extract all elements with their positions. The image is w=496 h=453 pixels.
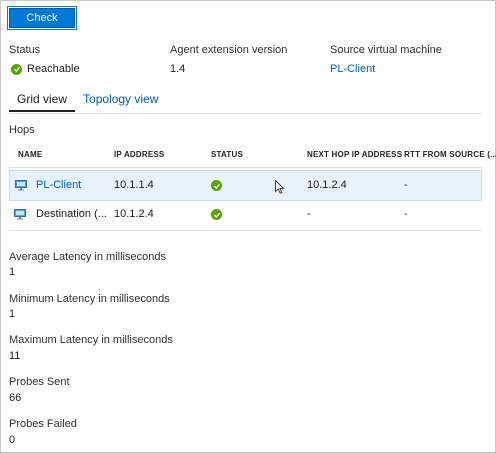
status-value: Reachable	[11, 63, 80, 75]
column-header-status[interactable]: STATUS	[211, 150, 243, 159]
hop-ip: 10.1.2.4	[114, 208, 154, 220]
avg-latency-value: 1	[9, 266, 16, 278]
table-row[interactable]: PL-Client 10.1.1.4 10.1.2.4 -	[9, 170, 482, 201]
hop-rtt: -	[404, 208, 408, 220]
source-vm-label: Source virtual machine	[330, 44, 442, 56]
agent-version-value: 1.4	[170, 63, 186, 75]
virtual-machine-icon	[15, 180, 27, 191]
column-header-ip[interactable]: IP ADDRESS	[114, 150, 164, 159]
status-value-text: Reachable	[27, 63, 80, 75]
table-row[interactable]: Destination (... 10.1.2.4 - -	[9, 200, 482, 231]
check-circle-icon	[11, 63, 22, 75]
probes-sent-value: 66	[9, 392, 22, 404]
mouse-pointer-icon	[275, 180, 285, 194]
probes-failed-label: Probes Failed	[9, 418, 77, 430]
max-latency-value: 11	[9, 350, 21, 362]
hop-next-hop: -	[307, 208, 311, 220]
virtual-machine-icon	[14, 209, 26, 220]
check-circle-icon	[211, 209, 222, 220]
max-latency-label: Maximum Latency in milliseconds	[9, 334, 173, 346]
status-label: Status	[9, 44, 41, 56]
tab-grid-view[interactable]: Grid view	[9, 92, 76, 112]
agent-version-label: Agent extension version	[170, 44, 288, 56]
hop-next-hop: 10.1.2.4	[307, 179, 347, 191]
source-vm-link[interactable]: PL-Client	[330, 63, 375, 75]
header-divider	[9, 167, 482, 168]
tab-topology-view[interactable]: Topology view	[75, 92, 166, 112]
hop-name-link[interactable]: PL-Client	[36, 171, 81, 200]
probes-failed-value: 0	[9, 434, 16, 446]
tab-divider	[9, 113, 482, 114]
hop-name: Destination (...	[36, 208, 107, 220]
min-latency-label: Minimum Latency in milliseconds	[9, 293, 170, 305]
check-button[interactable]: Check	[7, 6, 77, 30]
check-circle-icon	[211, 180, 222, 191]
hop-ip: 10.1.1.4	[114, 179, 154, 191]
min-latency-value: 1	[9, 308, 16, 320]
view-tabs: Grid view Topology view	[9, 92, 166, 112]
column-header-name[interactable]: NAME	[18, 150, 42, 159]
column-header-rtt[interactable]: RTT FROM SOURCE (...	[404, 150, 496, 159]
probes-sent-label: Probes Sent	[9, 376, 70, 388]
column-header-next-hop[interactable]: NEXT HOP IP ADDRESS	[307, 150, 402, 159]
avg-latency-label: Average Latency in milliseconds	[9, 251, 166, 263]
hops-title: Hops	[9, 124, 35, 136]
hop-rtt: -	[404, 179, 408, 191]
